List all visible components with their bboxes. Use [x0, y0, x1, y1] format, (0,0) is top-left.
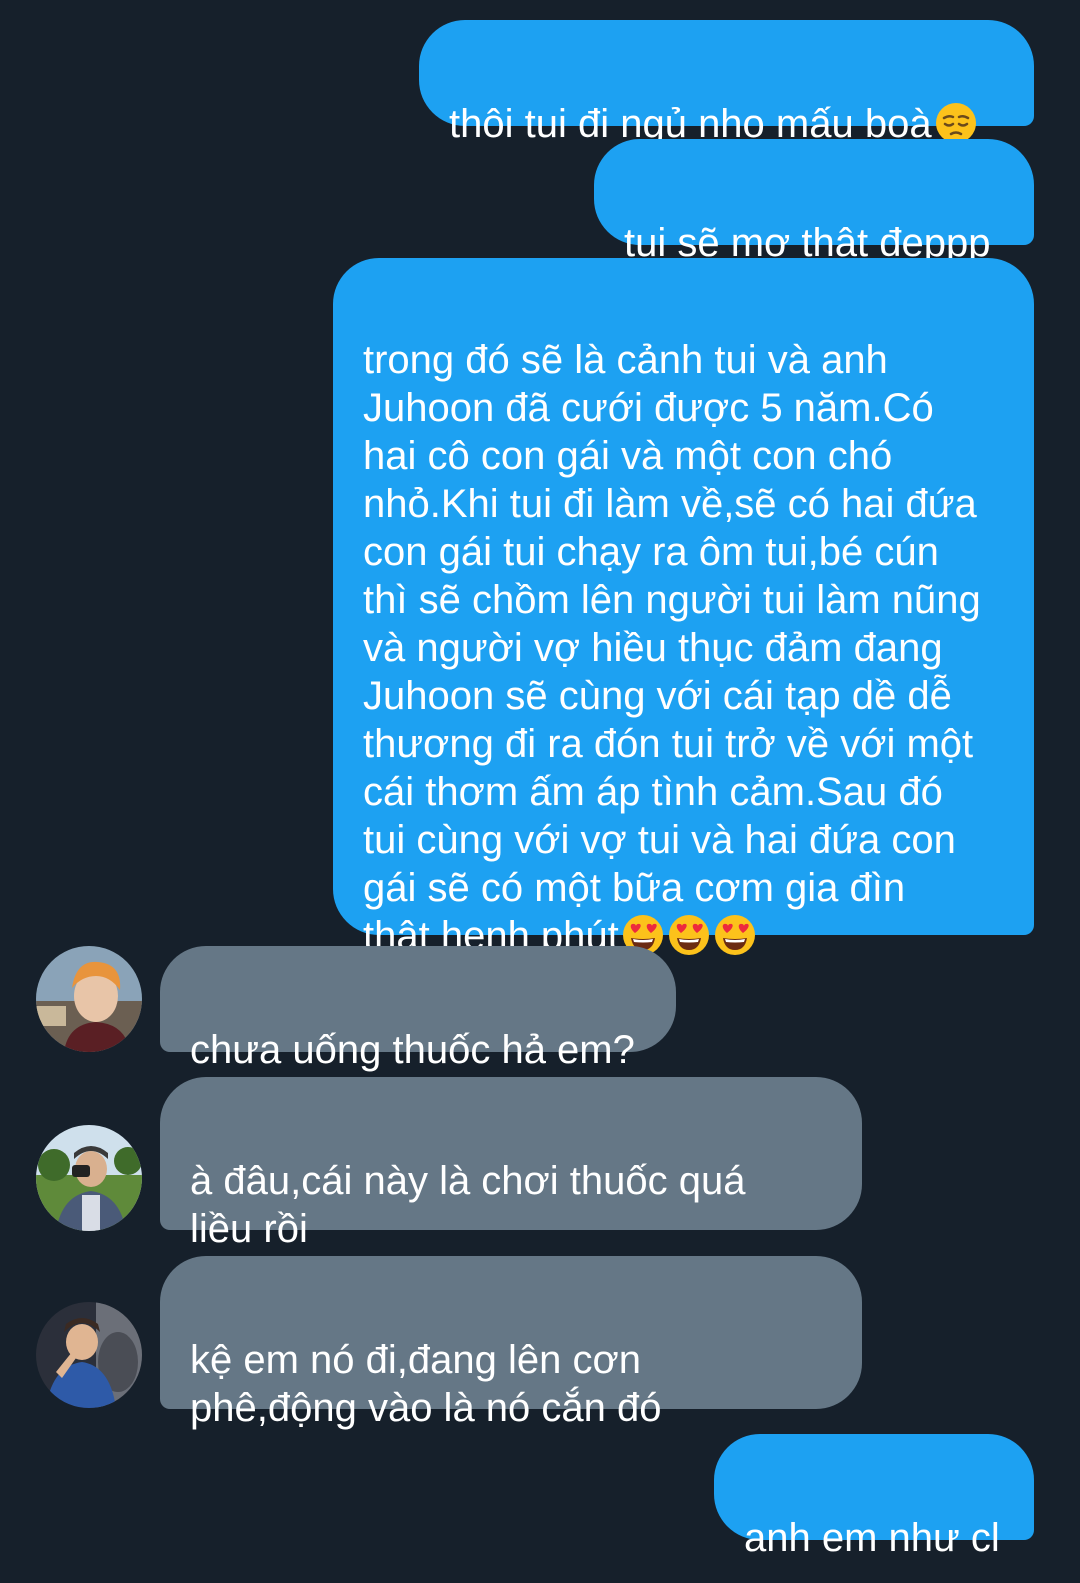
message-bubble-sent[interactable]: thôi tui đi ngủ nho mấu boà [419, 20, 1034, 146]
message-text: à đâu,cái này là chơi thuốc quá liều rồi [190, 1159, 746, 1251]
message-bubble-received[interactable]: à đâu,cái này là chơi thuốc quá liều rồi [160, 1077, 862, 1251]
avatar[interactable] [36, 1125, 142, 1231]
message-text: trong đó sẽ là cảnh tui và anh Juhoon đã… [363, 338, 981, 958]
message-bubble-sent[interactable]: anh em như cl [714, 1434, 1034, 1560]
message-bubble-sent[interactable]: trong đó sẽ là cảnh tui và anh Juhoon đã… [333, 258, 1034, 958]
message-text: chưa uống thuốc hả em? [190, 1028, 635, 1072]
heart-eyes-face-icon [667, 913, 711, 957]
avatar[interactable] [36, 1302, 142, 1408]
message-text: kệ em nó đi,đang lên cơn phê,động vào là… [190, 1338, 662, 1430]
message-bubble-sent[interactable]: tui sẽ mơ thật đẹppp [594, 139, 1034, 265]
message-bubble-received[interactable]: chưa uống thuốc hả em? [160, 946, 676, 1072]
heart-eyes-face-icon [713, 913, 757, 957]
avatar[interactable] [36, 946, 142, 1052]
message-bubble-received[interactable]: kệ em nó đi,đang lên cơn phê,động vào là… [160, 1256, 862, 1430]
message-text: anh em như cl [744, 1516, 1000, 1560]
